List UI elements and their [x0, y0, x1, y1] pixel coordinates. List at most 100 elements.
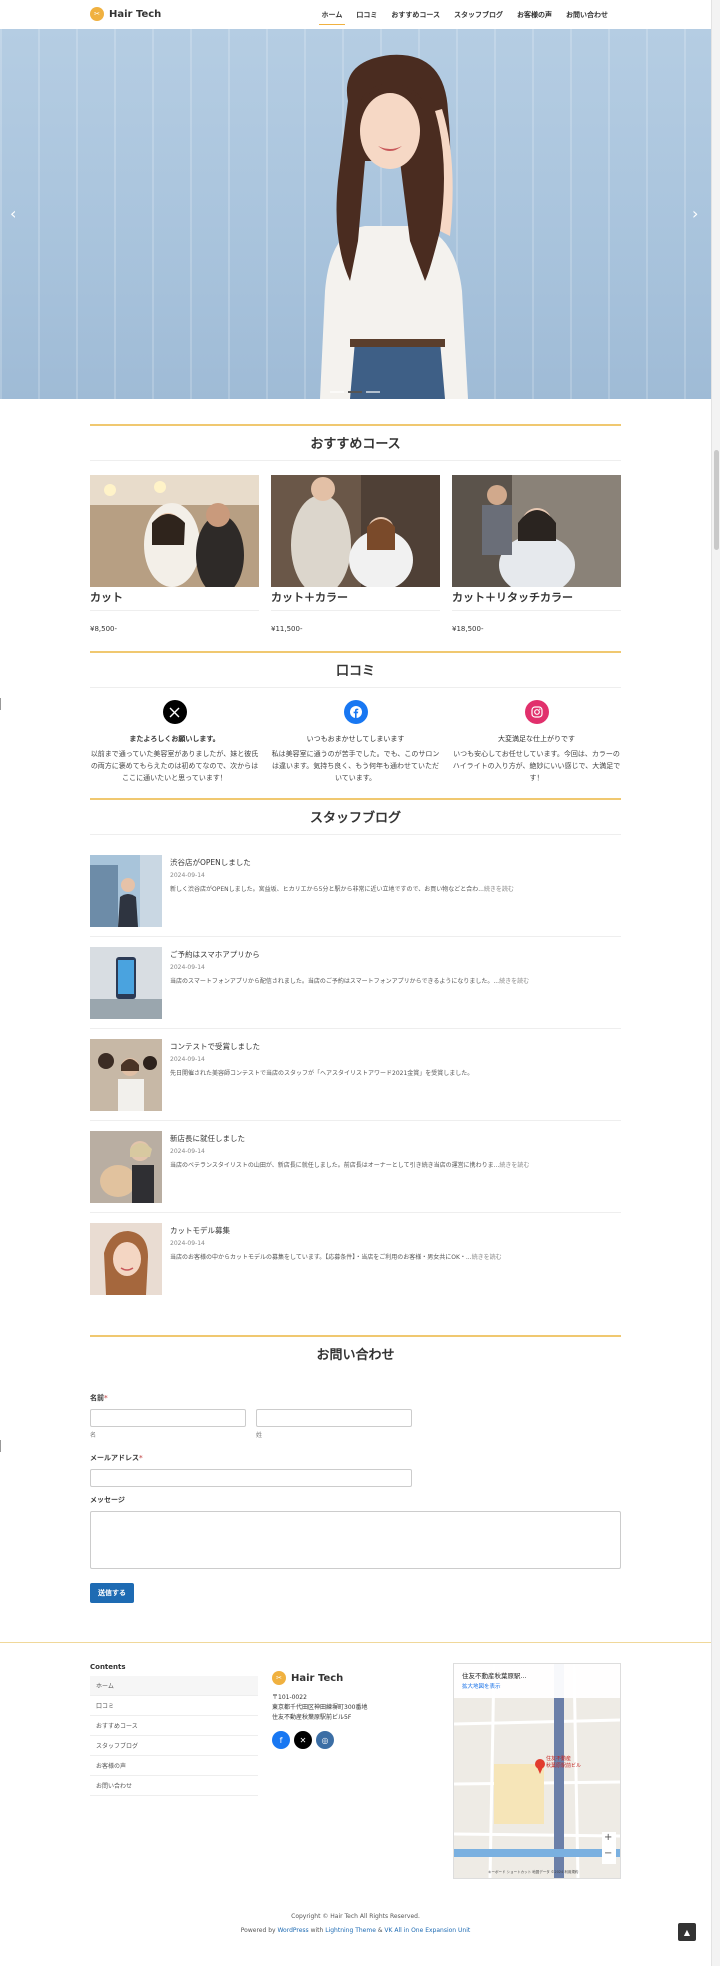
read-more-link[interactable]: 続きを読む — [472, 1254, 502, 1261]
map-place-name: 住友不動産秋葉原駅... — [462, 1672, 527, 1680]
post-title[interactable]: 新店長に就任しました — [170, 1133, 529, 1144]
nav-reviews[interactable]: 口コミ — [349, 0, 384, 28]
facebook-icon[interactable]: f — [272, 1731, 290, 1749]
address-line: 東京都千代田区神田練塀町300番地 — [272, 1704, 368, 1711]
instagram-icon[interactable] — [524, 700, 549, 724]
blog-section: スタッフブログ 渋谷店がOPENしました 2024-09-14 新しく渋谷店がO… — [90, 798, 621, 1305]
footer-link-blog[interactable]: スタッフブログ — [90, 1736, 258, 1756]
review-heading: 大変満足な仕上がりです — [498, 735, 575, 743]
post-date: 2024-09-14 — [170, 1240, 205, 1247]
scrollbar[interactable] — [711, 0, 720, 1966]
message-textarea[interactable] — [90, 1511, 621, 1569]
logo-text: Hair Tech — [109, 8, 162, 20]
post-excerpt: 当店のベテランスタイリストの山田が、新店長に就任しました。前店長はオーナーとして… — [170, 1160, 529, 1169]
course-price: ¥8,500- — [90, 625, 118, 633]
last-name-input[interactable] — [256, 1409, 412, 1427]
zoom-out-button[interactable]: − — [604, 1848, 612, 1859]
post-title[interactable]: カットモデル募集 — [170, 1225, 502, 1236]
course-image — [271, 475, 440, 587]
course-name: カット＋リタッチカラー — [452, 589, 621, 611]
post-title[interactable]: ご予約はスマホアプリから — [170, 949, 529, 960]
nav-home[interactable]: ホーム — [315, 0, 350, 28]
logo-mark-icon: ✂ — [90, 7, 104, 21]
logo-mark-icon: ✂ — [272, 1671, 286, 1685]
edge-marker — [0, 1440, 3, 1452]
post-title[interactable]: 渋谷店がOPENしました — [170, 857, 514, 868]
review-body: 以前まで通っていた美容室がありましたが、妹と彼氏の両方に褒めてもらえたのは初めて… — [90, 750, 259, 782]
footer-link-reviews[interactable]: 口コミ — [90, 1696, 258, 1716]
google-map[interactable]: 住友不動産秋葉原駅... 拡大地図を表示 住友不動産 秋葉原駅前ビル + − キ… — [453, 1663, 621, 1879]
post-title[interactable]: コンテストで受賞しました — [170, 1041, 473, 1052]
course-card[interactable]: カット＋リタッチカラー ¥18,500- — [452, 475, 621, 633]
slider-dot[interactable] — [348, 391, 362, 393]
course-image — [452, 475, 621, 587]
facebook-icon[interactable] — [343, 700, 368, 724]
post-thumbnail — [90, 1131, 162, 1203]
required-mark: * — [104, 1394, 108, 1402]
zoom-in-button[interactable]: + — [604, 1832, 612, 1843]
hero-image — [320, 54, 468, 399]
review-item: 大変満足な仕上がりです いつも安心してお任せしています。今回は、カラーのハイライ… — [452, 700, 621, 784]
post-excerpt-text: 当店のベテランスタイリストの山田が、新店長に就任しました。前店長はオーナーとして… — [170, 1162, 500, 1169]
course-card[interactable]: カット＋カラー ¥11,500- — [271, 475, 440, 633]
footer-link-courses[interactable]: おすすめコース — [90, 1716, 258, 1736]
nav-courses[interactable]: おすすめコース — [384, 0, 447, 28]
blog-post[interactable]: 渋谷店がOPENしました 2024-09-14 新しく渋谷店がOPENしました。… — [90, 845, 621, 937]
blog-post[interactable]: カットモデル募集 2024-09-14 当店のお客様の中からカットモデルの募集を… — [90, 1213, 621, 1305]
instagram-icon[interactable]: ◎ — [316, 1731, 334, 1749]
slider-dot[interactable] — [330, 391, 344, 393]
first-name-input[interactable] — [90, 1409, 246, 1427]
blog-post[interactable]: コンテストで受賞しました 2024-09-14 先日開催された美容師コンテストで… — [90, 1029, 621, 1121]
footer-logo[interactable]: ✂ Hair Tech — [272, 1671, 367, 1685]
footer-link-voices[interactable]: お客様の声 — [90, 1756, 258, 1776]
course-price: ¥18,500- — [452, 625, 484, 633]
nav-blog[interactable]: スタッフブログ — [447, 0, 510, 28]
post-excerpt: 新しく渋谷店がOPENしました。宮益坂、ヒカリエから5分と駅から非常に近い立地で… — [170, 884, 514, 893]
post-date: 2024-09-14 — [170, 964, 205, 971]
powered-prefix: Powered by — [240, 1927, 278, 1934]
reviews-title: 口コミ — [90, 653, 621, 688]
wordpress-link[interactable]: WordPress — [277, 1927, 308, 1934]
x-icon[interactable] — [162, 700, 187, 724]
review-heading: いつもおまかせしてしまいます — [306, 735, 405, 743]
post-thumbnail — [90, 1223, 162, 1295]
map-pin-label: 住友不動産 秋葉原駅前ビル — [546, 1756, 582, 1769]
footer-menu-title: Contents — [90, 1663, 126, 1671]
site-header: ✂ Hair Tech ホーム 口コミ おすすめコース スタッフブログ お客様の… — [0, 0, 711, 29]
footer-link-contact[interactable]: お問い合わせ — [90, 1776, 258, 1796]
site-logo[interactable]: ✂ Hair Tech — [90, 7, 161, 21]
back-to-top-button[interactable]: ▲ — [678, 1923, 696, 1941]
footer-link-home[interactable]: ホーム — [90, 1676, 258, 1696]
submit-button[interactable]: 送信する — [90, 1583, 134, 1603]
address-building: 住友不動産秋葉原駅前ビル5F — [272, 1714, 352, 1721]
review-item: いつもおまかせしてしまいます 私は美容室に通うのが苦手でした。でも、このサロンは… — [271, 700, 440, 784]
chevron-up-icon: ▲ — [683, 1927, 691, 1937]
blog-post[interactable]: ご予約はスマホアプリから 2024-09-14 当店のスマートフォンアプリから配… — [90, 937, 621, 1029]
read-more-link[interactable]: 続きを読む — [484, 886, 514, 893]
post-date: 2024-09-14 — [170, 1056, 205, 1063]
vk-unit-link[interactable]: VK All in One Expansion Unit — [384, 1927, 470, 1934]
slider-dot[interactable] — [366, 391, 380, 393]
theme-link[interactable]: Lightning Theme — [325, 1927, 376, 1934]
chevron-left-icon[interactable]: ‹ — [10, 204, 16, 223]
name-label: 名前* — [90, 1393, 621, 1403]
course-card[interactable]: カット ¥8,500- — [90, 475, 259, 633]
map-larger-link[interactable]: 拡大地図を表示 — [462, 1682, 501, 1690]
post-thumbnail — [90, 947, 162, 1019]
footer-info: ✂ Hair Tech 〒101-0022 東京都千代田区神田練塀町300番地 … — [272, 1671, 367, 1749]
nav-contact[interactable]: お問い合わせ — [559, 0, 615, 28]
email-field[interactable] — [90, 1469, 412, 1487]
scrollbar-thumb[interactable] — [714, 450, 719, 550]
hero-slider: ‹ › — [0, 29, 711, 399]
global-nav: ホーム 口コミ おすすめコース スタッフブログ お客様の声 お問い合わせ — [315, 0, 615, 28]
nav-voices[interactable]: お客様の声 — [510, 0, 559, 28]
blog-post[interactable]: 新店長に就任しました 2024-09-14 当店のベテランスタイリストの山田が、… — [90, 1121, 621, 1213]
read-more-link[interactable]: 続きを読む — [499, 1162, 529, 1169]
page: ✂ Hair Tech ホーム 口コミ おすすめコース スタッフブログ お客様の… — [0, 0, 711, 1603]
name-label-text: 名前 — [90, 1394, 104, 1402]
powered-with: with — [308, 1927, 326, 1934]
chevron-right-icon[interactable]: › — [692, 204, 698, 223]
x-icon[interactable]: ✕ — [294, 1731, 312, 1749]
course-image — [90, 475, 259, 587]
read-more-link[interactable]: 続きを読む — [499, 978, 529, 985]
